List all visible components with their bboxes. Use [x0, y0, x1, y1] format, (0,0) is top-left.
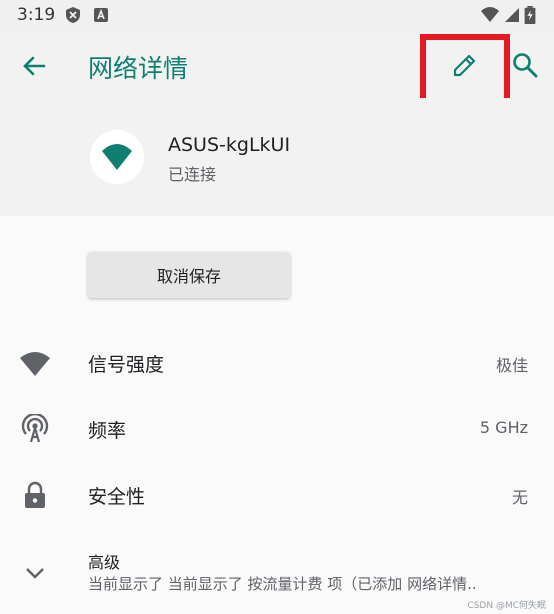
- detail-value: 5 GHz: [479, 418, 528, 437]
- chevron-down-icon[interactable]: [22, 560, 48, 586]
- forget-network-button[interactable]: 取消保存: [88, 252, 290, 298]
- status-bar: 3:19: [0, 0, 554, 32]
- detail-value: 极佳: [495, 356, 528, 375]
- detail-row-signal: 信号强度 极佳: [0, 330, 554, 394]
- detail-row-frequency: 频率 5 GHz: [0, 396, 554, 460]
- watermark: CSDN @MC何失眠: [467, 601, 546, 611]
- network-header: ASUS-kgLkUI 已连接: [0, 98, 554, 216]
- wifi-icon: [102, 144, 132, 170]
- battery-icon: [524, 6, 536, 24]
- detail-value: 无: [511, 488, 528, 507]
- detail-label: 频率: [88, 420, 127, 442]
- a-box-icon: [94, 8, 108, 22]
- wifi-icon: [481, 7, 499, 22]
- signal-icon: [505, 8, 519, 22]
- network-name: ASUS-kgLkUI: [168, 134, 291, 156]
- back-arrow-icon[interactable]: [18, 50, 50, 82]
- lock-icon: [25, 481, 45, 508]
- network-avatar: [90, 130, 144, 184]
- detail-row-security: 安全性 无: [0, 462, 554, 526]
- search-icon[interactable]: [510, 50, 540, 80]
- detail-label: 安全性: [88, 486, 146, 508]
- wifi-signal-icon: [20, 352, 50, 376]
- shield-icon: [66, 7, 80, 23]
- antenna-icon: [21, 414, 49, 443]
- advanced-summary: 当前显示了 当前显示了 按流量计费 项（已添加 网络详情..: [88, 575, 477, 593]
- page-title: 网络详情: [88, 54, 189, 83]
- detail-label: 信号强度: [88, 354, 165, 376]
- status-time: 3:19: [17, 5, 56, 25]
- network-status: 已连接: [168, 165, 217, 184]
- advanced-title[interactable]: 高级: [88, 549, 120, 573]
